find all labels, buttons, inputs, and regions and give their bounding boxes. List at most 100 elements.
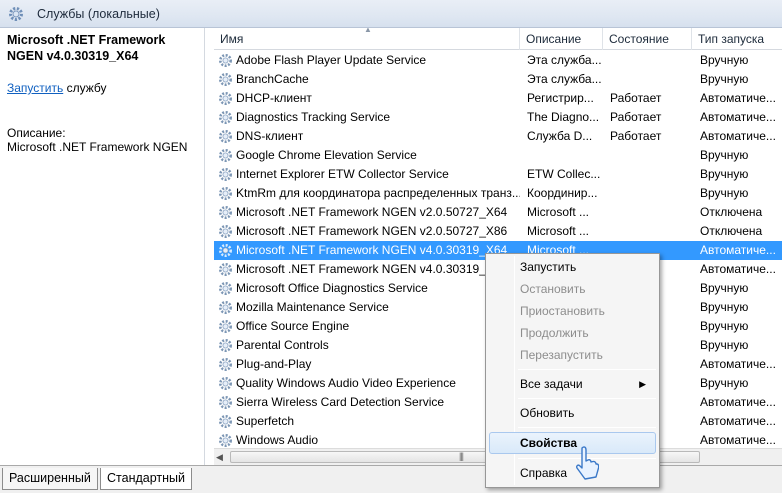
service-gear-icon [219, 263, 232, 276]
column-header-startup[interactable]: Тип запуска [692, 28, 782, 50]
service-state [610, 70, 692, 89]
service-gear-icon [219, 111, 232, 124]
description-text: Microsoft .NET Framework NGEN [7, 140, 188, 154]
service-gear-icon [219, 377, 232, 390]
menu-item-resume[interactable]: Продолжить [489, 322, 656, 344]
title-bar: Службы (локальные) [0, 0, 782, 28]
column-header-description-label: Описание [526, 32, 582, 46]
service-startup-type: Автоматиче... [700, 395, 776, 409]
menu-separator [518, 398, 656, 399]
service-state [610, 51, 692, 70]
submenu-arrow-icon: ▶ [639, 379, 646, 389]
service-description: Эта служба... [527, 53, 602, 67]
service-startup-type: Автоматиче... [700, 129, 776, 143]
service-details-pane: Microsoft .NET Framework NGEN v4.0.30319… [0, 28, 205, 465]
service-name: BranchCache [236, 72, 309, 86]
services-gear-icon [9, 7, 23, 21]
column-header-name[interactable]: ▲ Имя [214, 28, 520, 50]
service-name: KtmRm для координатора распределенных тр… [236, 186, 520, 200]
service-row[interactable]: Internet Explorer ETW Collector Service E… [214, 165, 782, 184]
menu-item-restart[interactable]: Перезапустить [489, 344, 656, 366]
service-row[interactable]: Microsoft .NET Framework NGEN v2.0.50727… [214, 222, 782, 241]
service-row[interactable]: Adobe Flash Player Update Service Эта слу… [214, 51, 782, 70]
menu-item-refresh[interactable]: Обновить [489, 402, 656, 424]
service-startup-type: Автоматиче... [700, 414, 776, 428]
service-description: Microsoft ... [527, 224, 590, 238]
start-service-suffix: службу [63, 81, 107, 95]
service-state [610, 165, 692, 184]
service-state: Работает [610, 129, 662, 143]
tab-extended[interactable]: Расширенный [2, 468, 98, 490]
service-row[interactable]: DHCP-клиент Регистрир... Работает Автоматич… [214, 89, 782, 108]
service-gear-icon [219, 187, 232, 200]
mouse-pointer-icon [576, 446, 599, 480]
service-name: Microsoft .NET Framework NGEN v4.0.30319… [236, 262, 508, 276]
service-gear-icon [219, 225, 232, 238]
service-startup-type: Вручную [700, 300, 749, 314]
menu-item-stop[interactable]: Остановить [489, 278, 656, 300]
service-gear-icon [219, 206, 232, 219]
menu-item-pause[interactable]: Приостановить [489, 300, 656, 322]
service-gear-icon [219, 244, 232, 257]
service-startup-type: Автоматиче... [700, 262, 776, 276]
service-startup-type: Отключена [700, 224, 763, 238]
service-name: Diagnostics Tracking Service [236, 110, 391, 124]
sort-ascending-icon: ▲ [364, 28, 372, 34]
service-row[interactable]: BranchCache Эта служба... Вручную [214, 70, 782, 89]
list-header: ▲ Имя Описание Состояние Тип запуска [214, 28, 782, 50]
service-startup-type: Вручную [700, 338, 749, 352]
service-row[interactable]: DNS-клиент Служба D... Работает Автоматиче.… [214, 127, 782, 146]
service-description: ETW Collec... [527, 167, 601, 181]
service-startup-type: Вручную [700, 148, 749, 162]
service-name: DHCP-клиент [236, 91, 312, 105]
selected-service-name: Microsoft .NET Framework NGEN v4.0.30319… [7, 33, 166, 63]
service-description: Координир... [527, 186, 598, 200]
service-row[interactable]: Microsoft .NET Framework NGEN v2.0.50727… [214, 203, 782, 222]
start-service-line: Запустить службу [7, 81, 106, 95]
service-name: Parental Controls [236, 338, 329, 352]
service-row[interactable]: Diagnostics Tracking Service The Diagno..… [214, 108, 782, 127]
service-gear-icon [219, 301, 232, 314]
service-name: Superfetch [236, 414, 295, 428]
service-name: DNS-клиент [236, 129, 304, 143]
tab-standard[interactable]: Стандартный [100, 468, 192, 490]
service-row[interactable]: Google Chrome Elevation Service Вручную [214, 146, 782, 165]
service-state: Работает [610, 91, 662, 105]
service-name: Adobe Flash Player Update Service [236, 53, 427, 67]
service-gear-icon [219, 339, 232, 352]
menu-item-all-tasks[interactable]: Все задачи ▶ [489, 373, 656, 395]
service-startup-type: Вручную [700, 53, 749, 67]
menu-separator [518, 427, 656, 428]
service-row[interactable]: KtmRm для координатора распределенных тр… [214, 184, 782, 203]
scroll-left-icon[interactable]: ◀ [216, 452, 223, 463]
column-header-description[interactable]: Описание [520, 28, 603, 50]
description-label: Описание: [7, 126, 66, 140]
service-startup-type: Автоматиче... [700, 91, 776, 105]
service-description: Регистрир... [527, 91, 594, 105]
service-state [610, 203, 692, 222]
service-gear-icon [219, 320, 232, 333]
service-gear-icon [219, 73, 232, 86]
service-name: Office Source Engine [236, 319, 350, 333]
service-name: Microsoft .NET Framework NGEN v2.0.50727… [236, 224, 508, 238]
service-name: Plug-and-Play [236, 357, 312, 371]
menu-item-start[interactable]: Запустить [489, 256, 656, 278]
service-startup-type: Отключена [700, 205, 763, 219]
service-name: Microsoft .NET Framework NGEN v4.0.30319… [236, 243, 508, 257]
service-startup-type: Вручную [700, 72, 749, 86]
column-header-state[interactable]: Состояние [603, 28, 692, 50]
menu-separator [518, 369, 656, 370]
menu-item-all-tasks-label: Все задачи [520, 377, 583, 391]
service-description [527, 146, 605, 165]
service-gear-icon [219, 92, 232, 105]
service-description: The Diagno... [527, 110, 600, 124]
service-gear-icon [219, 54, 232, 67]
service-startup-type: Автоматиче... [700, 110, 776, 124]
service-gear-icon [219, 149, 232, 162]
service-startup-type: Автоматиче... [700, 243, 776, 257]
window-title: Службы (локальные) [37, 7, 160, 21]
start-service-link[interactable]: Запустить [7, 81, 63, 95]
service-name: Quality Windows Audio Video Experience [236, 376, 456, 390]
service-name: Microsoft Office Diagnostics Service [236, 281, 428, 295]
service-name: Google Chrome Elevation Service [236, 148, 417, 162]
